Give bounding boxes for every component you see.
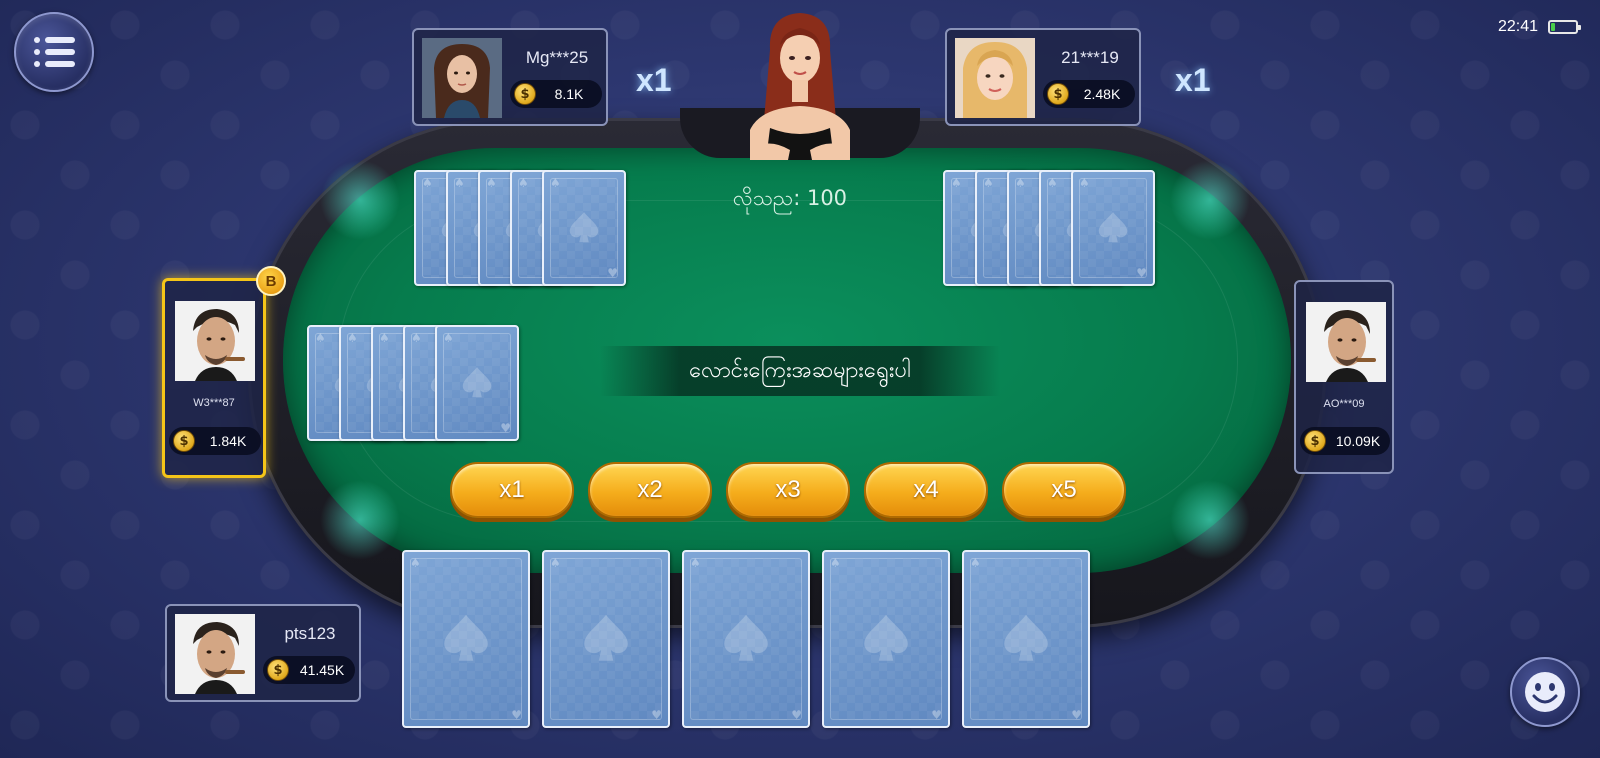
card-back: ♠♥ — [1071, 170, 1155, 286]
player-right[interactable]: AO***09 $ 10.09K — [1294, 280, 1394, 474]
table-glow — [320, 480, 400, 560]
avatar — [175, 614, 255, 694]
avatar — [955, 38, 1035, 118]
table-glow — [1170, 480, 1250, 560]
table-glow — [320, 160, 400, 240]
player-top-right[interactable]: 21***19 $ 2.48K — [945, 28, 1141, 126]
table-glow — [1170, 160, 1250, 240]
clock: 22:41 — [1497, 18, 1538, 35]
chip-amount: 2.48K — [1083, 86, 1121, 102]
multiplier-button-x1[interactable]: x1 — [450, 462, 574, 518]
coin-icon: $ — [173, 430, 195, 452]
chip-balance: $ 8.1K — [510, 80, 602, 108]
coin-icon: $ — [267, 659, 289, 681]
card-back: ♠♥ — [682, 550, 810, 728]
smiley-icon — [1525, 672, 1565, 712]
player-name: Mg***25 — [525, 48, 589, 67]
player-multiplier: x1 — [636, 62, 672, 98]
menu-list-icon — [33, 37, 75, 43]
card-back: ♠♥ — [962, 550, 1090, 728]
banker-badge: B — [256, 266, 286, 296]
battery-icon — [1548, 20, 1581, 34]
emoji-button[interactable] — [1510, 657, 1580, 727]
chip-balance: $ 10.09K — [1300, 427, 1390, 455]
player-name: AO***09 — [1323, 398, 1365, 410]
dealer-label: လိုသည: 100 — [732, 186, 848, 210]
card-back: ♠♥ — [435, 325, 519, 441]
chip-amount: 10.09K — [1335, 433, 1381, 449]
player-name: pts123 — [284, 624, 336, 643]
coin-icon: $ — [514, 83, 536, 105]
chip-balance: $ 41.45K — [263, 656, 355, 684]
bet-multiplier-prompt: လောင်းကြေးအဆများရွေးပါ — [600, 346, 1000, 396]
player-multiplier: x1 — [1175, 62, 1211, 98]
chip-amount: 41.45K — [299, 662, 345, 678]
multiplier-button-x5[interactable]: x5 — [1002, 462, 1126, 518]
chip-amount: 8.1K — [554, 86, 584, 102]
chip-amount: 1.84K — [209, 433, 247, 449]
card-back: ♠♥ — [542, 170, 626, 286]
player-top-left[interactable]: Mg***25 $ 8.1K — [412, 28, 608, 126]
coin-icon: $ — [1304, 430, 1326, 452]
player-name: 21***19 — [1061, 48, 1119, 67]
multiplier-button-x2[interactable]: x2 — [588, 462, 712, 518]
battery-level — [1551, 23, 1555, 31]
card-back: ♠♥ — [822, 550, 950, 728]
multiplier-button-x3[interactable]: x3 — [726, 462, 850, 518]
player-name: W3***87 — [193, 397, 235, 409]
menu-button[interactable] — [14, 12, 94, 92]
card-back: ♠♥ — [402, 550, 530, 728]
coin-icon: $ — [1047, 83, 1069, 105]
card-back: ♠♥ — [542, 550, 670, 728]
avatar — [422, 38, 502, 118]
player-self[interactable]: pts123 $ 41.45K — [165, 604, 361, 702]
chip-balance: $ 1.84K — [169, 427, 261, 455]
player-left[interactable]: W3***87 $ 1.84K — [162, 278, 266, 478]
status-bar: 22:41 — [1497, 18, 1581, 36]
avatar — [1306, 302, 1386, 382]
dealer-avatar — [750, 13, 850, 160]
chip-balance: $ 2.48K — [1043, 80, 1135, 108]
avatar — [175, 301, 255, 381]
multiplier-button-x4[interactable]: x4 — [864, 462, 988, 518]
